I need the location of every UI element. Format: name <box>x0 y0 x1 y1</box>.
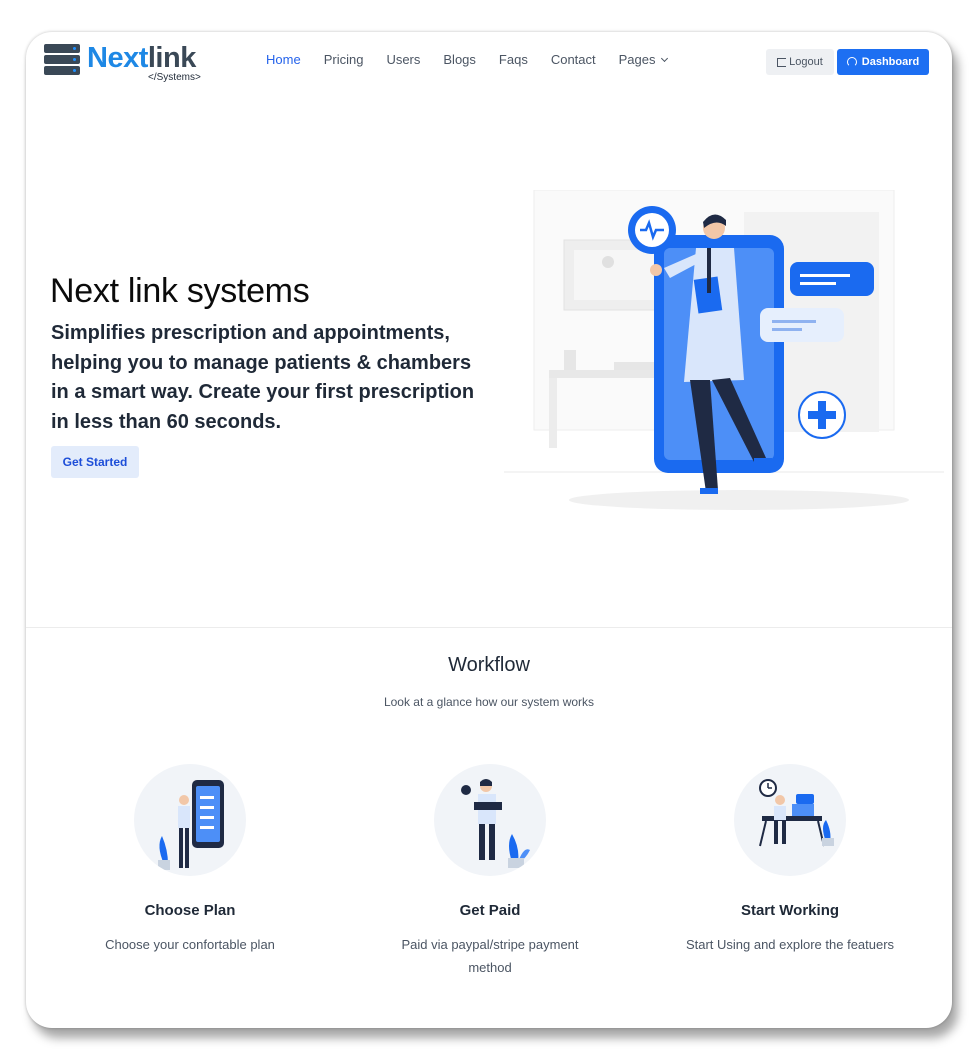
start-working-desc: Start Using and explore the featuers <box>685 937 895 952</box>
get-started-button[interactable]: Get Started <box>51 446 139 478</box>
workflow-subtitle: Look at a glance how our system works <box>383 695 595 709</box>
nav-pages-dropdown[interactable]: Pages <box>618 52 668 67</box>
logout-button[interactable]: Logout <box>766 49 834 75</box>
logout-icon <box>777 57 787 67</box>
dashboard-button[interactable]: Dashboard <box>837 49 929 75</box>
logo-subtitle: </Systems> <box>148 72 201 83</box>
start-working-illustration <box>734 764 846 876</box>
dashboard-icon <box>846 57 857 67</box>
workflow-step-start-working: Start Working Start Using and explore th… <box>665 764 915 956</box>
logo[interactable]: Nextlink </Systems> <box>44 42 214 86</box>
section-divider <box>26 627 952 628</box>
logo-text: Nextlink <box>87 42 196 74</box>
nav-users[interactable]: Users <box>386 52 420 67</box>
chevron-down-icon <box>660 54 668 62</box>
logo-text-next: Next <box>87 42 148 74</box>
nav-pages-label: Pages <box>618 52 656 67</box>
nav-home[interactable]: Home <box>266 52 301 67</box>
server-icon <box>44 44 84 78</box>
nav-blogs[interactable]: Blogs <box>443 52 476 67</box>
navbar: Nextlink </Systems> Home Pricing Users B… <box>26 32 952 96</box>
hero-description: Simplifies prescription and appointments… <box>51 322 475 433</box>
get-paid-name: Get Paid <box>459 902 521 919</box>
choose-plan-name: Choose Plan <box>144 902 236 919</box>
logo-text-link: link <box>147 42 196 74</box>
nav-links: Home Pricing Users Blogs Faqs Contact Pa… <box>266 52 690 67</box>
workflow-step-get-paid: Get Paid Paid via paypal/stripe payment … <box>365 764 615 979</box>
get-paid-desc: Paid via paypal/stripe payment method <box>401 937 579 975</box>
dashboard-label: Dashboard <box>861 56 920 68</box>
workflow-title: Workflow <box>448 654 530 676</box>
logout-label: Logout <box>789 56 823 68</box>
choose-plan-desc: Choose your confortable plan <box>105 937 275 952</box>
nav-faqs[interactable]: Faqs <box>499 52 528 67</box>
doctor-illustration <box>504 190 944 510</box>
start-working-name: Start Working <box>740 902 840 919</box>
nav-contact[interactable]: Contact <box>551 52 596 67</box>
get-paid-illustration <box>434 764 546 876</box>
choose-plan-illustration <box>134 764 246 876</box>
workflow-step-choose-plan: Choose Plan Choose your confortable plan <box>65 764 315 956</box>
hero-title: Next link systems <box>50 272 310 310</box>
nav-pricing[interactable]: Pricing <box>324 52 364 67</box>
page-frame: Nextlink </Systems> Home Pricing Users B… <box>26 32 952 1028</box>
